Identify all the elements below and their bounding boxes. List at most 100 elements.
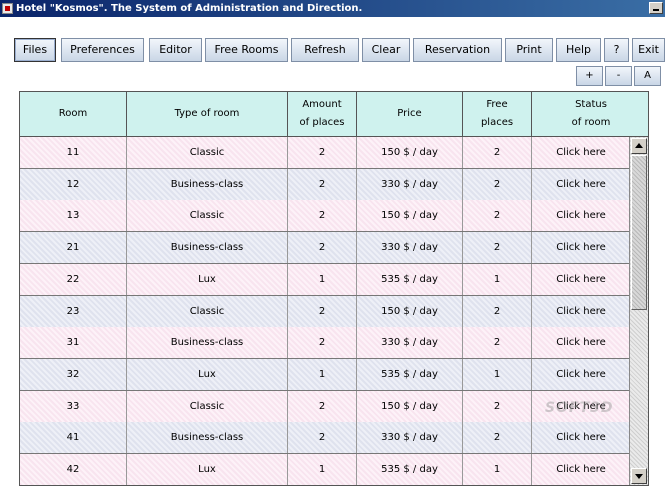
amount-cell: 2	[288, 200, 357, 232]
free-places-cell: 1	[463, 263, 532, 295]
table-row[interactable]: 12 Business-class 2 330 $ / day 2 Click here	[20, 168, 630, 201]
table-row[interactable]: 31 Business-class 2 330 $ / day 2 Click here	[20, 327, 630, 360]
price-cell: 330 $ / day	[357, 168, 463, 200]
app-icon[interactable]	[2, 3, 13, 14]
table-row[interactable]: 21 Business-class 2 330 $ / day 2 Click here	[20, 232, 630, 265]
table-row[interactable]: 22 Lux 1 535 $ / day 1 Click here	[20, 263, 630, 296]
table-row[interactable]: 33 Classic 2 150 $ / day 2 Click here	[20, 390, 630, 423]
zoom-in-button[interactable]: +	[576, 66, 603, 86]
status-cell[interactable]: Click here	[532, 232, 630, 263]
amount-cell: 1	[288, 263, 357, 295]
room-cell: 22	[20, 263, 127, 295]
amount-cell: 2	[288, 422, 357, 454]
type-cell: Classic	[127, 295, 288, 327]
header-price[interactable]: Price	[357, 92, 463, 136]
status-cell[interactable]: Click here	[532, 422, 630, 453]
table-scrollbar[interactable]	[629, 137, 648, 485]
free-places-cell: 2	[463, 232, 532, 264]
exit-button[interactable]: Exit	[632, 38, 665, 62]
header-room[interactable]: Room	[20, 92, 127, 136]
status-cell[interactable]: Click here	[532, 169, 630, 200]
table-row[interactable]: 13 Classic 2 150 $ / day 2 Click here	[20, 200, 630, 233]
refresh-button[interactable]: Refresh	[291, 38, 359, 62]
scroll-thumb[interactable]	[631, 155, 647, 310]
room-cell: 32	[20, 358, 127, 390]
type-cell: Business-class	[127, 422, 288, 454]
scroll-down-arrow-icon[interactable]	[631, 468, 647, 484]
type-cell: Lux	[127, 358, 288, 390]
amount-cell: 2	[288, 327, 357, 359]
editor-button[interactable]: Editor	[149, 38, 202, 62]
amount-cell: 1	[288, 358, 357, 390]
room-cell: 11	[20, 137, 127, 168]
window-title: Hotel "Kosmos". The System of Administra…	[16, 3, 363, 14]
type-cell: Business-class	[127, 232, 288, 264]
free-places-cell: 1	[463, 454, 532, 485]
table-row[interactable]: 11 Classic 2 150 $ / day 2 Click here	[20, 137, 630, 169]
price-cell: 330 $ / day	[357, 232, 463, 264]
clear-button[interactable]: Clear	[362, 38, 410, 62]
price-cell: 330 $ / day	[357, 422, 463, 454]
table-row[interactable]: 42 Lux 1 535 $ / day 1 Click here	[20, 454, 630, 485]
room-cell: 31	[20, 327, 127, 359]
table-row[interactable]: 32 Lux 1 535 $ / day 1 Click here	[20, 358, 630, 391]
price-cell: 535 $ / day	[357, 263, 463, 295]
print-button[interactable]: Print	[505, 38, 553, 62]
type-cell: Lux	[127, 263, 288, 295]
free-places-cell: 2	[463, 200, 532, 232]
status-cell[interactable]: Click here	[532, 296, 630, 327]
room-cell: 23	[20, 295, 127, 327]
type-cell: Business-class	[127, 327, 288, 359]
status-cell[interactable]: Click here	[532, 264, 630, 295]
header-free-places[interactable]: Free places	[463, 92, 532, 136]
amount-cell: 2	[288, 168, 357, 200]
about-button[interactable]: ?	[604, 38, 629, 62]
free-places-cell: 2	[463, 327, 532, 359]
type-cell: Classic	[127, 390, 288, 422]
header-type[interactable]: Type of room	[127, 92, 288, 136]
watermark: SOFT3D	[545, 400, 614, 416]
room-cell: 41	[20, 422, 127, 454]
type-cell: Classic	[127, 137, 288, 168]
price-cell: 150 $ / day	[357, 200, 463, 232]
status-cell[interactable]: Click here	[532, 327, 630, 358]
amount-cell: 2	[288, 390, 357, 422]
status-cell[interactable]: Click here	[532, 200, 630, 231]
font-button[interactable]: A	[634, 66, 661, 86]
free-places-cell: 2	[463, 295, 532, 327]
files-button[interactable]: Files	[14, 38, 56, 62]
room-cell: 42	[20, 454, 127, 485]
table-row[interactable]: 41 Business-class 2 330 $ / day 2 Click here	[20, 422, 630, 455]
rooms-table: Room Type of room Amount of places Price…	[19, 91, 649, 486]
amount-cell: 1	[288, 454, 357, 485]
room-cell: 12	[20, 168, 127, 200]
window-titlebar: Hotel "Kosmos". The System of Administra…	[0, 0, 665, 17]
price-cell: 150 $ / day	[357, 390, 463, 422]
type-cell: Classic	[127, 200, 288, 232]
status-cell[interactable]: Click here	[532, 137, 630, 168]
minimize-button[interactable]	[649, 2, 663, 14]
amount-cell: 2	[288, 295, 357, 327]
help-button[interactable]: Help	[556, 38, 601, 62]
table-header: Room Type of room Amount of places Price…	[20, 92, 648, 137]
room-cell: 33	[20, 390, 127, 422]
header-amount[interactable]: Amount of places	[288, 92, 357, 136]
free-places-cell: 1	[463, 358, 532, 390]
price-cell: 150 $ / day	[357, 295, 463, 327]
amount-cell: 2	[288, 232, 357, 264]
zoom-out-button[interactable]: -	[605, 66, 632, 86]
free-rooms-button[interactable]: Free Rooms	[205, 38, 288, 62]
free-places-cell: 2	[463, 168, 532, 200]
status-cell[interactable]: Click here	[532, 359, 630, 390]
reservation-button[interactable]: Reservation	[413, 38, 502, 62]
free-places-cell: 2	[463, 390, 532, 422]
amount-cell: 2	[288, 137, 357, 168]
room-cell: 21	[20, 232, 127, 264]
header-status[interactable]: Status of room	[532, 92, 648, 136]
table-row[interactable]: 23 Classic 2 150 $ / day 2 Click here	[20, 295, 630, 328]
preferences-button[interactable]: Preferences	[61, 38, 144, 62]
free-places-cell: 2	[463, 137, 532, 168]
scroll-up-arrow-icon[interactable]	[631, 138, 647, 154]
status-cell[interactable]: Click here	[532, 454, 630, 485]
price-cell: 150 $ / day	[357, 137, 463, 168]
